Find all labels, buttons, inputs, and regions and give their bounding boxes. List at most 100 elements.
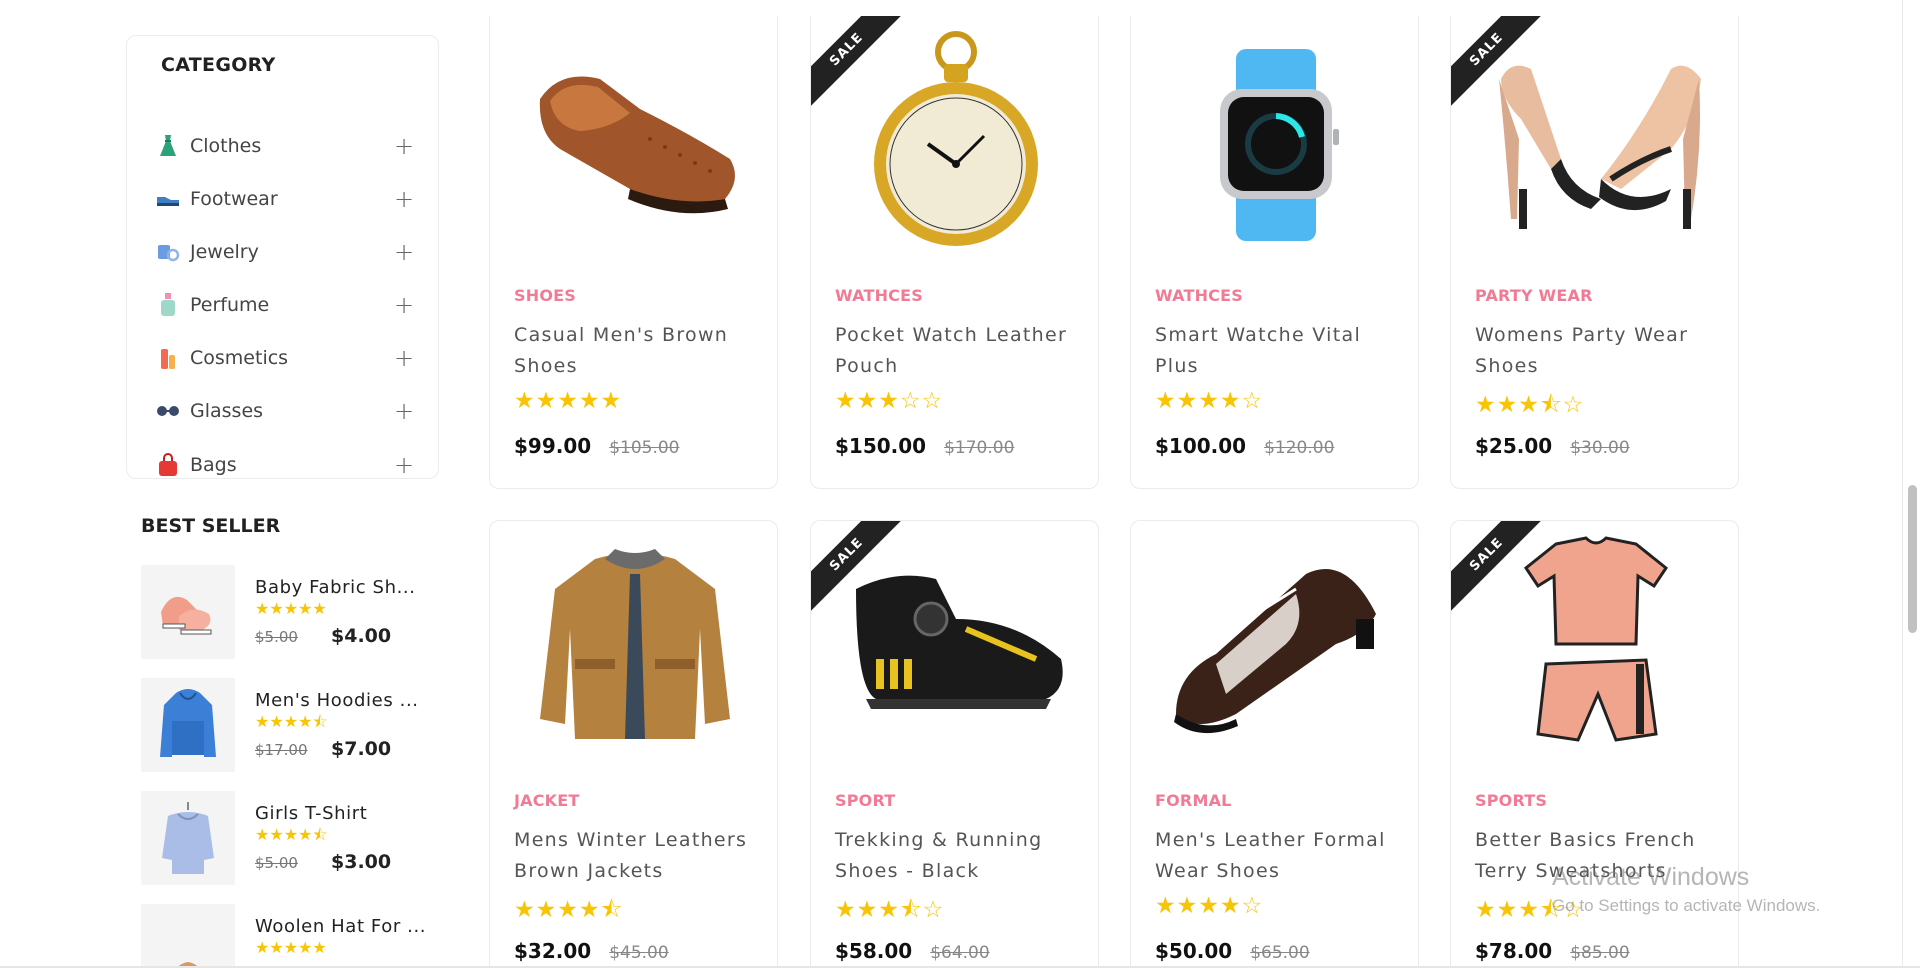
old-price: $105.00 [609,438,680,458]
best-seller-title: BEST SELLER [141,515,281,537]
old-price: $120.00 [1264,438,1335,458]
best-seller-name[interactable]: Woolen Hat For ... [255,916,426,937]
current-price: $32.00 [514,939,592,963]
plus-icon[interactable]: + [393,185,415,213]
plus-icon[interactable]: + [393,397,415,425]
shoe-icon [155,186,181,212]
product-image[interactable] [1131,521,1418,766]
old-price: $5.00 [255,854,298,872]
category-label: Glasses [190,400,264,422]
product-title[interactable]: Pocket Watch Leather Pouch [835,320,1080,382]
plus-icon[interactable]: + [393,238,415,266]
star-rating: ★★★★☆ [1155,388,1264,414]
current-price: $100.00 [1155,434,1247,458]
old-price: $170.00 [944,438,1015,458]
old-price: $85.00 [1570,943,1630,963]
star-rating: ★★★★★ [255,938,327,957]
product-category[interactable]: JACKET [514,791,580,810]
product-image[interactable] [490,521,777,766]
best-seller-name[interactable]: Baby Fabric Sh... [255,577,416,598]
star-rating: ★★★★★ [255,599,327,618]
product-thumbnail[interactable] [141,565,235,659]
product-thumbnail[interactable] [141,678,235,772]
product-thumbnail[interactable] [141,904,235,968]
current-price: $50.00 [1155,939,1233,963]
plus-icon[interactable]: + [393,132,415,160]
category-panel: CATEGORY Clothes + Footwear + Jewelry + … [126,35,439,479]
star-rating: ★★★★⯪ [255,825,328,844]
category-item-bags[interactable]: Bags + [155,450,415,480]
product-category[interactable]: SPORT [835,791,895,810]
category-label: Clothes [190,135,262,157]
dress-icon [155,133,181,159]
star-rating: ★★★⯪☆ [835,897,945,923]
category-item-cosmetics[interactable]: Cosmetics + [155,343,415,373]
product-thumbnail[interactable] [141,791,235,885]
activation-watermark-title: Activate Windows [1552,863,1750,891]
product-card[interactable]: JACKET Mens Winter Leathers Brown Jacket… [489,520,778,968]
category-label: Bags [190,454,237,476]
product-title[interactable]: Trekking & Running Shoes - Black [835,825,1080,887]
best-seller-item[interactable]: Baby Fabric Sh... ★★★★★ $5.00 $4.00 [141,565,441,661]
product-title[interactable]: Mens Winter Leathers Brown Jackets [514,825,759,887]
product-category[interactable]: WATHCES [835,286,923,305]
perfume-icon [155,292,181,318]
current-price: $150.00 [835,434,927,458]
scrollbar-thumb[interactable] [1908,485,1917,633]
plus-icon[interactable]: + [393,451,415,479]
product-card[interactable]: SALE SPORT Trekking & Running Shoes - Bl… [810,520,1099,968]
star-rating: ★★★⯪☆ [1475,392,1585,418]
best-seller-item[interactable]: Men's Hoodies ... ★★★★⯪ $17.00 $7.00 [141,678,441,774]
star-rating: ★★★★☆ [1155,893,1264,919]
product-card[interactable]: WATHCES Smart Watche Vital Plus ★★★★☆ $1… [1130,16,1419,489]
product-category[interactable]: PARTY WEAR [1475,286,1593,305]
category-item-clothes[interactable]: Clothes + [155,131,415,161]
product-category[interactable]: SHOES [514,286,576,305]
current-price: $99.00 [514,434,592,458]
old-price: $5.00 [255,628,298,646]
product-title[interactable]: Men's Leather Formal Wear Shoes [1155,825,1400,887]
star-rating: ★★★★⯪ [514,897,624,923]
category-title: CATEGORY [161,54,276,76]
current-price: $78.00 [1475,939,1553,963]
product-category[interactable]: FORMAL [1155,791,1232,810]
category-label: Perfume [190,294,270,316]
star-rating: ★★★☆☆ [835,388,944,414]
current-price: $25.00 [1475,434,1553,458]
product-title[interactable]: Smart Watche Vital Plus [1155,320,1400,382]
product-image[interactable] [1131,16,1418,261]
old-price: $17.00 [255,741,308,759]
old-price: $65.00 [1250,943,1310,963]
best-seller-item[interactable]: Girls T-Shirt ★★★★⯪ $5.00 $3.00 [141,791,441,887]
best-seller-name[interactable]: Men's Hoodies ... [255,690,419,711]
star-rating: ★★★★★ [514,388,623,414]
plus-icon[interactable]: + [393,344,415,372]
scrollbar-track[interactable] [1903,0,1920,968]
product-card[interactable]: SHOES Casual Men's Brown Shoes ★★★★★ $99… [489,16,778,489]
current-price: $58.00 [835,939,913,963]
plus-icon[interactable]: + [393,291,415,319]
product-card[interactable]: FORMAL Men's Leather Formal Wear Shoes ★… [1130,520,1419,968]
category-label: Jewelry [190,241,259,263]
old-price: $30.00 [1570,438,1630,458]
category-item-jewelry[interactable]: Jewelry + [155,237,415,267]
category-item-perfume[interactable]: Perfume + [155,290,415,320]
category-item-footwear[interactable]: Footwear + [155,184,415,214]
best-seller-name[interactable]: Girls T-Shirt [255,803,391,824]
category-label: Cosmetics [190,347,289,369]
star-rating: ★★★★⯪ [255,712,328,731]
product-card[interactable]: SALE PARTY WEAR Womens Party Wear Shoes … [1450,16,1739,489]
product-title[interactable]: Womens Party Wear Shoes [1475,320,1720,382]
jewelry-icon [155,239,181,265]
product-category[interactable]: SPORTS [1475,791,1547,810]
product-card[interactable]: SALE WATHCES Pocket Watch Leather Pouch … [810,16,1099,489]
category-item-glasses[interactable]: Glasses + [155,396,415,426]
best-seller-item[interactable]: Woolen Hat For ... ★★★★★ [141,904,441,968]
glasses-icon [155,398,181,424]
category-label: Footwear [190,188,278,210]
bag-icon [155,452,181,478]
product-category[interactable]: WATHCES [1155,286,1243,305]
old-price: $45.00 [609,943,669,963]
product-image[interactable] [490,16,777,261]
product-title[interactable]: Casual Men's Brown Shoes [514,320,759,382]
